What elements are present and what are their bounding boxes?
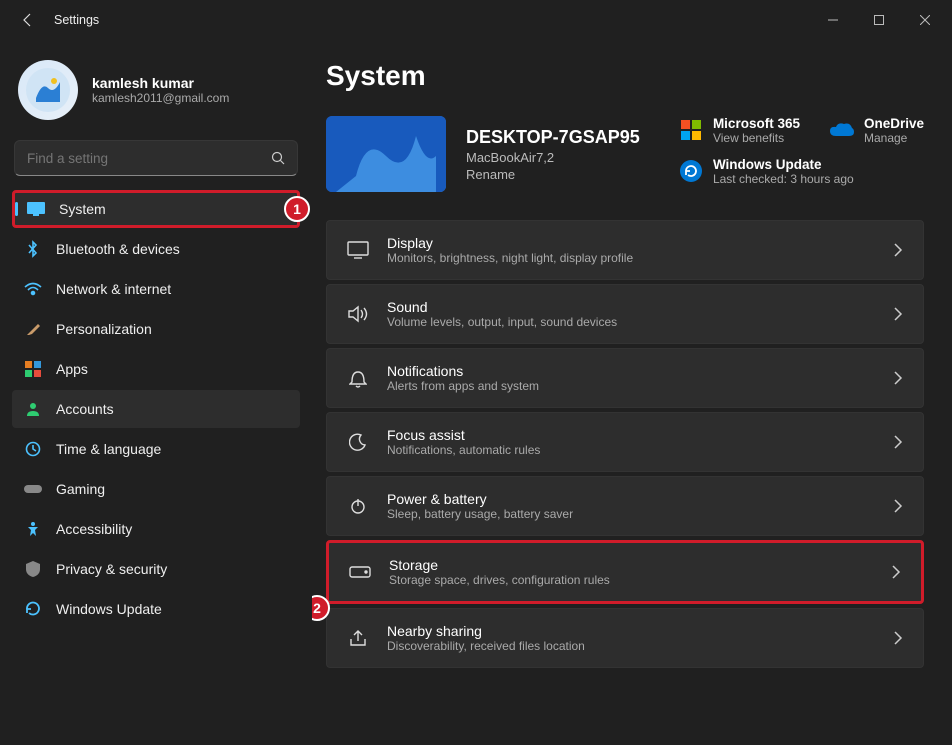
profile-name: kamlesh kumar <box>92 75 229 91</box>
avatar <box>18 60 78 120</box>
nav-privacy[interactable]: Privacy & security <box>12 550 300 588</box>
chevron-right-icon <box>893 307 903 321</box>
profile[interactable]: kamlesh kumar kamlesh2011@gmail.com <box>12 50 300 136</box>
quicklink-onedrive[interactable]: OneDriveManage <box>830 116 924 151</box>
profile-email: kamlesh2011@gmail.com <box>92 91 229 105</box>
card-sub: Alerts from apps and system <box>387 379 539 393</box>
search-input[interactable] <box>27 151 271 166</box>
card-title: Sound <box>387 299 617 315</box>
card-title: Nearby sharing <box>387 623 585 639</box>
annotation-badge-1: 1 <box>284 196 310 222</box>
quicklink-sub: View benefits <box>713 131 800 145</box>
sound-icon <box>347 303 369 325</box>
gamepad-icon <box>24 480 42 498</box>
update-icon <box>679 159 703 183</box>
onedrive-icon <box>830 118 854 142</box>
card-sound[interactable]: SoundVolume levels, output, input, sound… <box>326 284 924 344</box>
wifi-icon <box>24 280 42 298</box>
quicklink-title: OneDrive <box>864 116 924 131</box>
card-focus[interactable]: Focus assistNotifications, automatic rul… <box>326 412 924 472</box>
chevron-right-icon <box>893 243 903 257</box>
nav-gaming[interactable]: Gaming <box>12 470 300 508</box>
nav-label: Windows Update <box>56 601 162 617</box>
card-sub: Notifications, automatic rules <box>387 443 540 457</box>
nav-personalization[interactable]: Personalization <box>12 310 300 348</box>
device-model: MacBookAir7,2 <box>466 150 640 165</box>
back-button[interactable] <box>14 6 42 34</box>
display-icon <box>347 239 369 261</box>
update-icon <box>24 600 42 618</box>
chevron-right-icon <box>891 565 901 579</box>
display-icon <box>27 200 45 218</box>
quicklink-sub: Manage <box>864 131 924 145</box>
device-name: DESKTOP-7GSAP95 <box>466 127 640 148</box>
card-sub: Monitors, brightness, night light, displ… <box>387 251 633 265</box>
apps-icon <box>24 360 42 378</box>
clock-icon <box>24 440 42 458</box>
nav-label: Personalization <box>56 321 152 337</box>
chevron-right-icon <box>893 435 903 449</box>
power-icon <box>347 495 369 517</box>
card-sub: Volume levels, output, input, sound devi… <box>387 315 617 329</box>
quicklink-winupdate[interactable]: Windows UpdateLast checked: 3 hours ago <box>679 157 924 192</box>
bell-icon <box>347 367 369 389</box>
card-notifications[interactable]: NotificationsAlerts from apps and system <box>326 348 924 408</box>
nav-network[interactable]: Network & internet <box>12 270 300 308</box>
nav-accounts[interactable]: Accounts <box>12 390 300 428</box>
minimize-button[interactable] <box>810 5 856 35</box>
brush-icon <box>24 320 42 338</box>
share-icon <box>347 627 369 649</box>
card-power[interactable]: Power & batterySleep, battery usage, bat… <box>326 476 924 536</box>
quicklink-title: Microsoft 365 <box>713 116 800 131</box>
nav-label: Network & internet <box>56 281 171 297</box>
quicklink-title: Windows Update <box>713 157 854 172</box>
nav-label: System <box>59 201 106 217</box>
card-storage[interactable]: StorageStorage space, drives, configurat… <box>326 540 924 604</box>
nav-winupdate[interactable]: Windows Update <box>12 590 300 628</box>
card-title: Notifications <box>387 363 539 379</box>
moon-icaicon <box>347 431 369 453</box>
quicklink-sub: Last checked: 3 hours ago <box>713 172 854 186</box>
chevron-right-icon <box>893 371 903 385</box>
quicklink-ms365[interactable]: Microsoft 365View benefits <box>679 116 800 151</box>
card-sub: Sleep, battery usage, battery saver <box>387 507 573 521</box>
storage-icon <box>349 561 371 583</box>
close-button[interactable] <box>902 5 948 35</box>
nav-label: Time & language <box>56 441 161 457</box>
card-display[interactable]: DisplayMonitors, brightness, night light… <box>326 220 924 280</box>
nav-time[interactable]: Time & language <box>12 430 300 468</box>
card-title: Power & battery <box>387 491 573 507</box>
nav-bluetooth[interactable]: Bluetooth & devices <box>12 230 300 268</box>
nav-apps[interactable]: Apps <box>12 350 300 388</box>
person-icon <box>24 400 42 418</box>
bluetooth-icon <box>24 240 42 258</box>
nav-label: Gaming <box>56 481 105 497</box>
nav-system[interactable]: System <box>12 190 300 228</box>
nav-label: Accounts <box>56 401 114 417</box>
nav-label: Privacy & security <box>56 561 167 577</box>
nav-label: Apps <box>56 361 88 377</box>
nav-label: Accessibility <box>56 521 132 537</box>
search-input-wrapper[interactable] <box>14 140 298 176</box>
card-sub: Discoverability, received files location <box>387 639 585 653</box>
accessibility-icon <box>24 520 42 538</box>
maximize-button[interactable] <box>856 5 902 35</box>
card-title: Focus assist <box>387 427 540 443</box>
shield-icon <box>24 560 42 578</box>
device-thumbnail <box>326 116 446 192</box>
nav-label: Bluetooth & devices <box>56 241 180 257</box>
ms365-icon <box>679 118 703 142</box>
card-title: Display <box>387 235 633 251</box>
page-title: System <box>326 60 924 92</box>
card-sub: Storage space, drives, configuration rul… <box>389 573 610 587</box>
chevron-right-icon <box>893 499 903 513</box>
window-title: Settings <box>54 13 810 27</box>
card-title: Storage <box>389 557 610 573</box>
search-icon <box>271 151 285 165</box>
chevron-right-icon <box>893 631 903 645</box>
nav-accessibility[interactable]: Accessibility <box>12 510 300 548</box>
device-rename-link[interactable]: Rename <box>466 167 640 182</box>
card-nearby[interactable]: Nearby sharingDiscoverability, received … <box>326 608 924 668</box>
